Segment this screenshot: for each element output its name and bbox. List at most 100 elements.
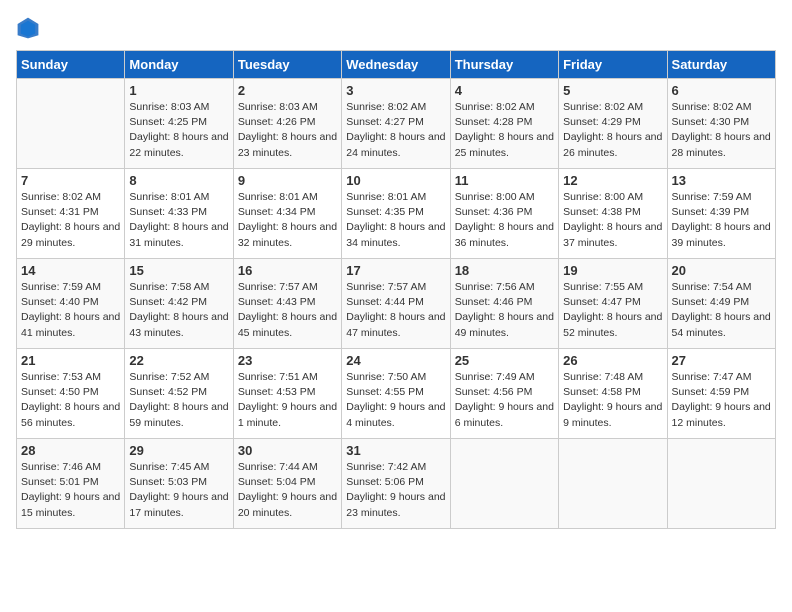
general-blue-icon <box>16 16 40 40</box>
day-number: 24 <box>346 353 445 368</box>
sunrise-text: Sunrise: 8:02 AM <box>21 191 101 203</box>
day-info: Sunrise: 8:02 AM Sunset: 4:27 PM Dayligh… <box>346 100 445 161</box>
daylight-text: Daylight: 8 hours and 31 minutes. <box>129 221 228 248</box>
day-info: Sunrise: 8:03 AM Sunset: 4:25 PM Dayligh… <box>129 100 228 161</box>
day-number: 3 <box>346 83 445 98</box>
day-number: 28 <box>21 443 120 458</box>
daylight-text: Daylight: 8 hours and 54 minutes. <box>672 311 771 338</box>
sunset-text: Sunset: 4:44 PM <box>346 296 424 308</box>
calendar-cell: 7 Sunrise: 8:02 AM Sunset: 4:31 PM Dayli… <box>17 169 125 259</box>
sunset-text: Sunset: 4:43 PM <box>238 296 316 308</box>
day-info: Sunrise: 8:00 AM Sunset: 4:38 PM Dayligh… <box>563 190 662 251</box>
day-info: Sunrise: 8:02 AM Sunset: 4:29 PM Dayligh… <box>563 100 662 161</box>
sunrise-text: Sunrise: 8:03 AM <box>129 101 209 113</box>
calendar-cell: 17 Sunrise: 7:57 AM Sunset: 4:44 PM Dayl… <box>342 259 450 349</box>
calendar-cell: 19 Sunrise: 7:55 AM Sunset: 4:47 PM Dayl… <box>559 259 667 349</box>
calendar-cell: 26 Sunrise: 7:48 AM Sunset: 4:58 PM Dayl… <box>559 349 667 439</box>
daylight-text: Daylight: 8 hours and 22 minutes. <box>129 131 228 158</box>
day-number: 31 <box>346 443 445 458</box>
calendar-cell: 3 Sunrise: 8:02 AM Sunset: 4:27 PM Dayli… <box>342 79 450 169</box>
sunrise-text: Sunrise: 7:52 AM <box>129 371 209 383</box>
sunset-text: Sunset: 4:40 PM <box>21 296 99 308</box>
day-number: 13 <box>672 173 771 188</box>
day-number: 1 <box>129 83 228 98</box>
sunrise-text: Sunrise: 8:00 AM <box>455 191 535 203</box>
calendar-cell <box>450 439 558 529</box>
page-header <box>16 16 776 40</box>
calendar-header-row: SundayMondayTuesdayWednesdayThursdayFrid… <box>17 51 776 79</box>
day-number: 11 <box>455 173 554 188</box>
day-header-monday: Monday <box>125 51 233 79</box>
day-info: Sunrise: 7:59 AM Sunset: 4:40 PM Dayligh… <box>21 280 120 341</box>
sunset-text: Sunset: 4:28 PM <box>455 116 533 128</box>
day-number: 6 <box>672 83 771 98</box>
day-number: 29 <box>129 443 228 458</box>
day-number: 2 <box>238 83 337 98</box>
sunrise-text: Sunrise: 7:45 AM <box>129 461 209 473</box>
sunset-text: Sunset: 4:42 PM <box>129 296 207 308</box>
daylight-text: Daylight: 9 hours and 23 minutes. <box>346 491 445 518</box>
sunset-text: Sunset: 4:38 PM <box>563 206 641 218</box>
sunrise-text: Sunrise: 8:01 AM <box>346 191 426 203</box>
calendar-cell: 8 Sunrise: 8:01 AM Sunset: 4:33 PM Dayli… <box>125 169 233 259</box>
daylight-text: Daylight: 9 hours and 20 minutes. <box>238 491 337 518</box>
day-info: Sunrise: 8:01 AM Sunset: 4:34 PM Dayligh… <box>238 190 337 251</box>
day-number: 27 <box>672 353 771 368</box>
day-header-thursday: Thursday <box>450 51 558 79</box>
daylight-text: Daylight: 8 hours and 45 minutes. <box>238 311 337 338</box>
calendar-cell: 13 Sunrise: 7:59 AM Sunset: 4:39 PM Dayl… <box>667 169 775 259</box>
day-number: 19 <box>563 263 662 278</box>
calendar-cell: 25 Sunrise: 7:49 AM Sunset: 4:56 PM Dayl… <box>450 349 558 439</box>
sunset-text: Sunset: 4:29 PM <box>563 116 641 128</box>
calendar-cell: 23 Sunrise: 7:51 AM Sunset: 4:53 PM Dayl… <box>233 349 341 439</box>
calendar-cell: 16 Sunrise: 7:57 AM Sunset: 4:43 PM Dayl… <box>233 259 341 349</box>
sunrise-text: Sunrise: 7:57 AM <box>238 281 318 293</box>
day-number: 23 <box>238 353 337 368</box>
day-info: Sunrise: 7:59 AM Sunset: 4:39 PM Dayligh… <box>672 190 771 251</box>
daylight-text: Daylight: 8 hours and 41 minutes. <box>21 311 120 338</box>
day-number: 30 <box>238 443 337 458</box>
daylight-text: Daylight: 9 hours and 17 minutes. <box>129 491 228 518</box>
day-info: Sunrise: 7:47 AM Sunset: 4:59 PM Dayligh… <box>672 370 771 431</box>
sunset-text: Sunset: 4:26 PM <box>238 116 316 128</box>
daylight-text: Daylight: 9 hours and 6 minutes. <box>455 401 554 428</box>
daylight-text: Daylight: 9 hours and 15 minutes. <box>21 491 120 518</box>
day-info: Sunrise: 7:58 AM Sunset: 4:42 PM Dayligh… <box>129 280 228 341</box>
sunset-text: Sunset: 4:27 PM <box>346 116 424 128</box>
sunset-text: Sunset: 5:06 PM <box>346 476 424 488</box>
calendar-cell: 2 Sunrise: 8:03 AM Sunset: 4:26 PM Dayli… <box>233 79 341 169</box>
sunset-text: Sunset: 4:34 PM <box>238 206 316 218</box>
daylight-text: Daylight: 8 hours and 36 minutes. <box>455 221 554 248</box>
calendar-cell: 10 Sunrise: 8:01 AM Sunset: 4:35 PM Dayl… <box>342 169 450 259</box>
sunset-text: Sunset: 5:04 PM <box>238 476 316 488</box>
day-info: Sunrise: 8:02 AM Sunset: 4:28 PM Dayligh… <box>455 100 554 161</box>
calendar-cell: 18 Sunrise: 7:56 AM Sunset: 4:46 PM Dayl… <box>450 259 558 349</box>
daylight-text: Daylight: 8 hours and 49 minutes. <box>455 311 554 338</box>
logo <box>16 16 42 40</box>
daylight-text: Daylight: 8 hours and 32 minutes. <box>238 221 337 248</box>
day-info: Sunrise: 8:01 AM Sunset: 4:33 PM Dayligh… <box>129 190 228 251</box>
sunrise-text: Sunrise: 8:02 AM <box>455 101 535 113</box>
daylight-text: Daylight: 8 hours and 29 minutes. <box>21 221 120 248</box>
day-number: 14 <box>21 263 120 278</box>
day-info: Sunrise: 7:55 AM Sunset: 4:47 PM Dayligh… <box>563 280 662 341</box>
calendar-cell: 9 Sunrise: 8:01 AM Sunset: 4:34 PM Dayli… <box>233 169 341 259</box>
day-info: Sunrise: 7:44 AM Sunset: 5:04 PM Dayligh… <box>238 460 337 521</box>
sunrise-text: Sunrise: 8:03 AM <box>238 101 318 113</box>
sunrise-text: Sunrise: 7:44 AM <box>238 461 318 473</box>
daylight-text: Daylight: 8 hours and 56 minutes. <box>21 401 120 428</box>
daylight-text: Daylight: 8 hours and 39 minutes. <box>672 221 771 248</box>
calendar-cell: 21 Sunrise: 7:53 AM Sunset: 4:50 PM Dayl… <box>17 349 125 439</box>
day-number: 10 <box>346 173 445 188</box>
calendar-cell: 11 Sunrise: 8:00 AM Sunset: 4:36 PM Dayl… <box>450 169 558 259</box>
day-number: 25 <box>455 353 554 368</box>
day-info: Sunrise: 8:02 AM Sunset: 4:31 PM Dayligh… <box>21 190 120 251</box>
day-number: 7 <box>21 173 120 188</box>
day-header-wednesday: Wednesday <box>342 51 450 79</box>
day-info: Sunrise: 7:50 AM Sunset: 4:55 PM Dayligh… <box>346 370 445 431</box>
calendar-cell: 31 Sunrise: 7:42 AM Sunset: 5:06 PM Dayl… <box>342 439 450 529</box>
sunrise-text: Sunrise: 7:59 AM <box>672 191 752 203</box>
day-number: 26 <box>563 353 662 368</box>
calendar-week-row: 1 Sunrise: 8:03 AM Sunset: 4:25 PM Dayli… <box>17 79 776 169</box>
sunset-text: Sunset: 4:35 PM <box>346 206 424 218</box>
